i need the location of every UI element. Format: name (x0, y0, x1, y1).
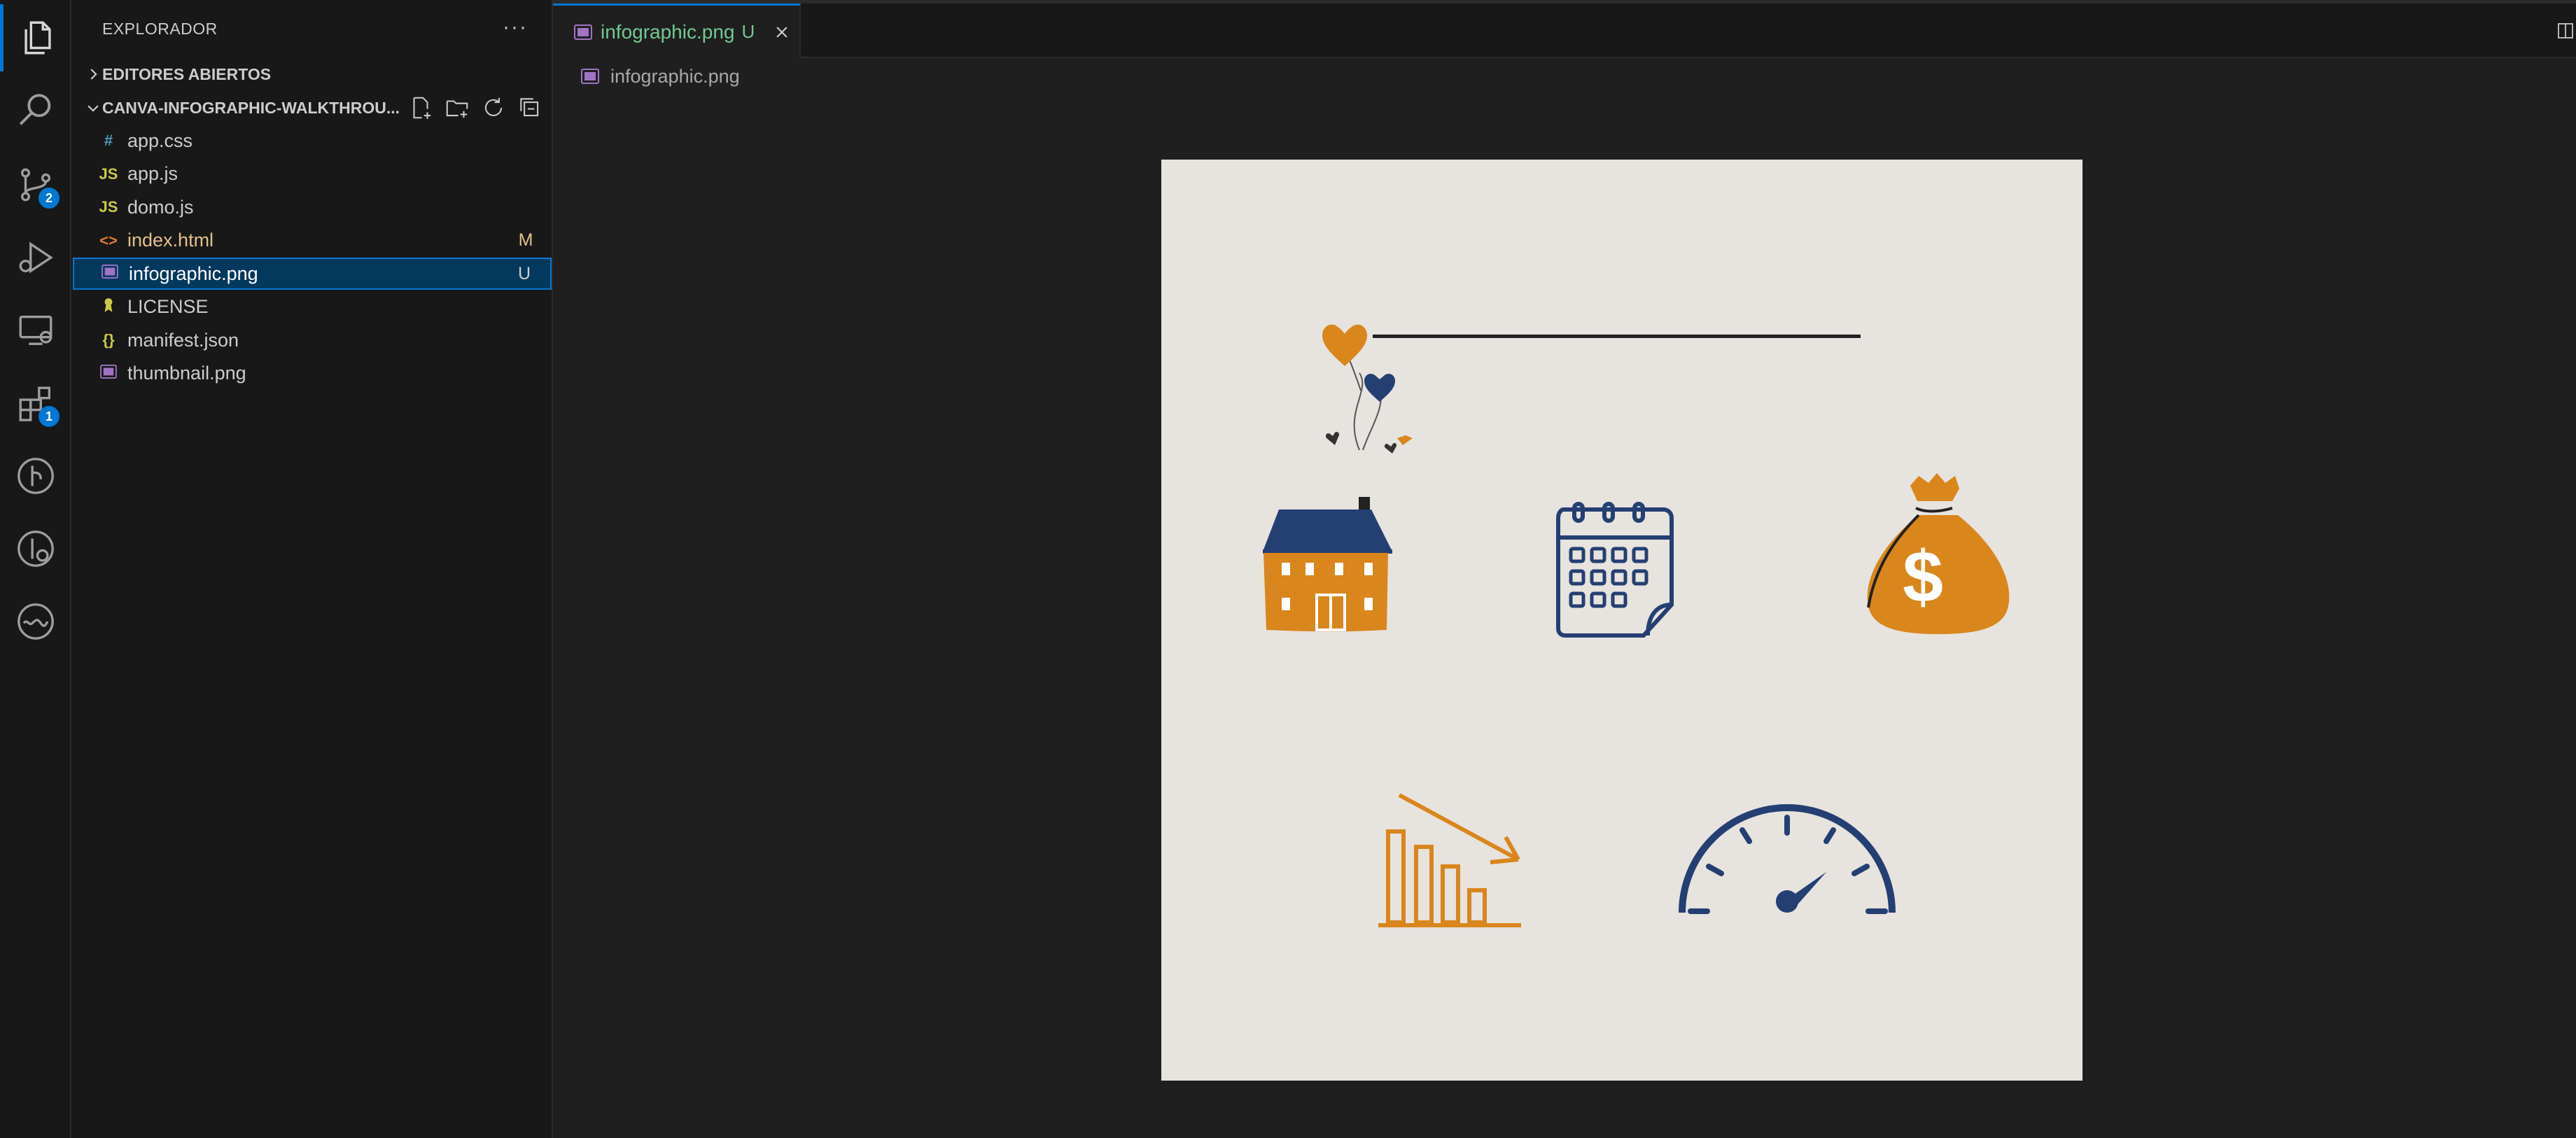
image-file-icon (97, 364, 120, 383)
chevron-right-icon (90, 69, 97, 80)
explorer-sidebar: EXPLORADOR ··· EDITORES ABIERTOS CANVA-I… (71, 0, 553, 1138)
file-name: app.css (127, 129, 193, 151)
file-name: index.html (127, 230, 214, 251)
js-file-icon: JS (99, 164, 118, 183)
more-actions-button[interactable]: ··· (503, 15, 528, 39)
explorer-title: EXPLORADOR (102, 20, 218, 38)
close-icon[interactable] (774, 24, 790, 40)
image-file-icon (98, 265, 122, 283)
infographic-image: $ (1161, 160, 2082, 1081)
folder-section[interactable]: CANVA-INFOGRAPHIC-WALKTHROU... (71, 91, 552, 125)
timeline-activity-button[interactable] (0, 515, 71, 582)
wave-activity-button[interactable] (0, 588, 71, 655)
image-file-icon (581, 69, 599, 84)
new-file-icon[interactable] (407, 94, 434, 121)
source-control-activity-button[interactable]: 2 (0, 151, 71, 218)
remote-explorer-activity-button[interactable] (0, 297, 71, 364)
css-file-icon: # (104, 132, 113, 149)
files-icon (24, 21, 51, 55)
activity-bar: 2 1 (0, 0, 71, 1138)
git-graph-activity-button[interactable] (0, 442, 71, 510)
tab-infographic-png[interactable]: infographic.png U (553, 3, 801, 58)
new-folder-icon[interactable] (444, 94, 470, 121)
explorer-activity-button[interactable] (0, 4, 71, 71)
open-editors-label: EDITORES ABIERTOS (102, 64, 272, 83)
html-file-icon: <> (99, 231, 118, 249)
run-debug-activity-button[interactable] (0, 224, 71, 291)
file-item-license[interactable]: LICENSE (73, 291, 552, 323)
title-underline (1373, 335, 1861, 338)
file-git-status: U (517, 263, 531, 283)
image-preview: $ (1161, 160, 2082, 1081)
extensions-badge: 1 (38, 406, 59, 427)
breadcrumb[interactable]: infographic.png (581, 60, 740, 92)
wave-icon (18, 603, 54, 640)
editor-tab-bar: infographic.png U (553, 3, 2576, 58)
git-graph-icon (18, 458, 54, 494)
file-item-infographic-png[interactable]: infographic.png U (73, 258, 552, 290)
tab-status: U (741, 21, 755, 42)
file-name: LICENSE (127, 296, 209, 317)
breadcrumb-label: infographic.png (610, 65, 740, 87)
search-icon (19, 94, 51, 125)
file-item-app-css[interactable]: # app.css (73, 125, 552, 157)
tab-label: infographic.png (601, 20, 735, 43)
file-item-manifest-json[interactable]: {} manifest.json (73, 324, 552, 356)
source-control-badge: 2 (38, 188, 59, 209)
chevron-down-icon (88, 105, 99, 112)
file-item-index-html[interactable]: <> index.html M (73, 225, 552, 257)
js-file-icon: JS (99, 198, 118, 216)
timeline-icon (18, 531, 54, 567)
remote-explorer-icon (19, 315, 52, 346)
file-name: app.js (127, 163, 178, 184)
extensions-activity-button[interactable]: 1 (0, 370, 71, 437)
open-editors-section[interactable]: EDITORES ABIERTOS (71, 57, 552, 91)
license-icon (97, 297, 120, 318)
run-debug-icon (19, 241, 53, 274)
file-name: manifest.json (127, 329, 239, 351)
file-item-thumbnail-png[interactable]: thumbnail.png (73, 358, 552, 390)
split-editor-icon[interactable] (2555, 19, 2576, 43)
file-name: infographic.png (129, 262, 258, 284)
file-git-status: M (518, 230, 533, 250)
json-file-icon: {} (102, 331, 115, 349)
refresh-icon[interactable] (480, 94, 507, 121)
collapse-all-icon[interactable] (517, 94, 543, 121)
image-file-icon (574, 24, 592, 40)
svg-text:$: $ (1903, 537, 1943, 618)
search-activity-button[interactable] (0, 77, 71, 144)
file-name: thumbnail.png (127, 363, 246, 384)
folder-actions (407, 91, 543, 125)
vscode-window: 2 1 EXPLORADOR ··· EDITORES ABIERTOS CAN… (0, 0, 2576, 1138)
file-item-domo-js[interactable]: JS domo.js (73, 191, 552, 223)
folder-label: CANVA-INFOGRAPHIC-WALKTHROU... (102, 98, 400, 117)
file-item-app-js[interactable]: JS app.js (73, 158, 552, 190)
file-name: domo.js (127, 196, 194, 218)
